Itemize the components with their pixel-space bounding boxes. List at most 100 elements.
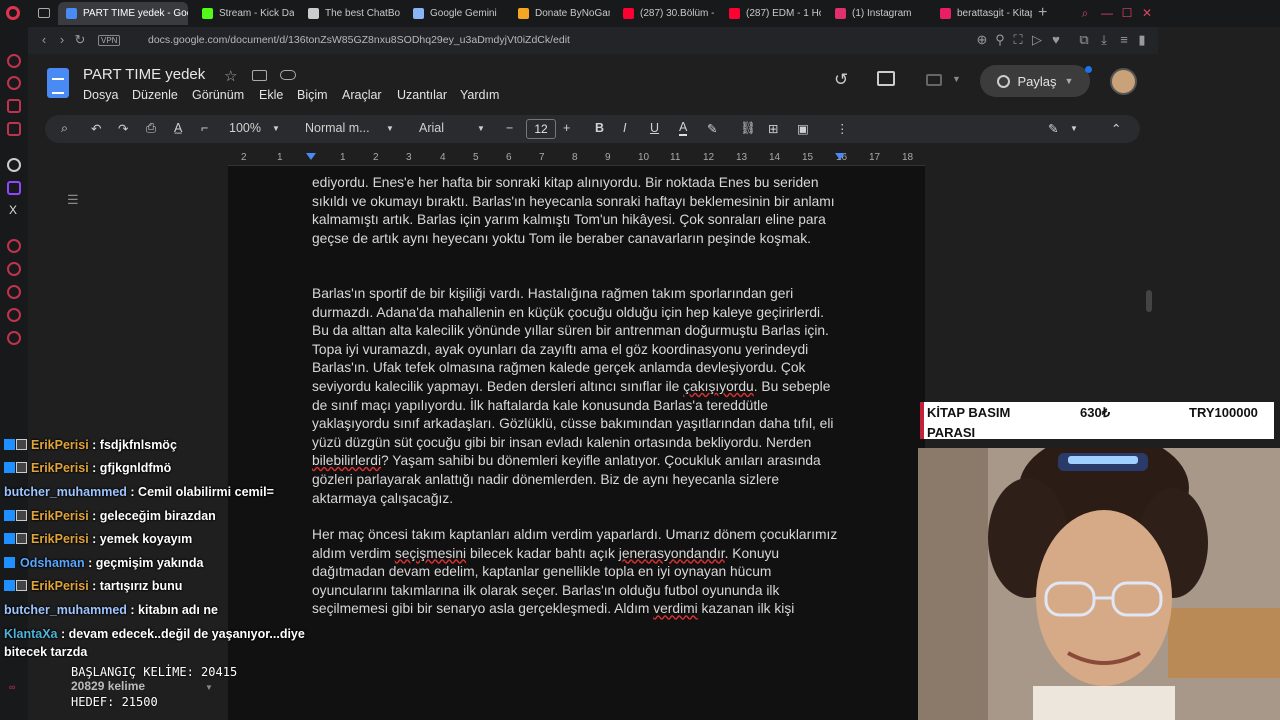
browser-tab[interactable]: (287) EDM - 1 Hou [721,2,821,25]
favorite-icon[interactable]: ♥ [1048,32,1064,48]
font-size-input[interactable]: 12 [526,119,556,139]
spelling-error[interactable]: bilebilirlerdi [312,453,381,468]
easy-setup-icon[interactable]: ≡ [1116,32,1132,48]
document-outline-icon[interactable]: ☰ [67,192,79,208]
zoom-select[interactable]: 100% [229,121,261,135]
snapshot-icon[interactable]: ⛶ [1010,32,1026,48]
twitch-icon[interactable] [7,181,21,195]
browser-tab[interactable]: (1) Instagram [827,2,927,25]
docs-logo-icon[interactable] [47,68,69,98]
messenger-icon[interactable] [7,54,21,68]
left-indent-marker[interactable] [306,153,316,160]
link-icon[interactable]: ⛓ [740,121,756,136]
paragraph-2[interactable]: Barlas'ın sportif de bir kişiliği vardı.… [312,285,842,508]
forward-icon[interactable]: › [54,32,70,48]
underline-icon[interactable]: U [650,121,659,135]
cloud-status-icon[interactable] [280,70,296,80]
increase-font-icon[interactable]: + [563,121,570,135]
insert-image-icon[interactable]: ▣ [797,121,809,136]
editing-mode-icon[interactable]: ✎ [1048,121,1058,136]
url-field[interactable]: docs.google.com/document/d/136tonZsW85GZ… [148,34,570,46]
avatar[interactable] [1110,68,1137,95]
instagram-icon[interactable] [7,99,21,113]
menu-item[interactable]: Yardım [460,88,499,102]
text-color-icon[interactable]: A [679,121,688,136]
chatgpt-icon[interactable] [7,158,21,172]
download-icon[interactable]: ⤓ [1096,32,1112,48]
spelling-error[interactable]: seçişmesini [395,546,466,561]
browser-tab[interactable]: PART TIME yedek - Goog [58,2,188,25]
add-comment-icon[interactable]: ⊞ [768,121,778,136]
share-button[interactable]: Paylaş ▼ [980,65,1090,97]
meet-dropdown-icon[interactable]: ▼ [952,74,961,84]
hide-menus-icon[interactable]: ⌃ [1111,121,1121,136]
search-menus-icon[interactable]: ⌕ [61,121,68,136]
extensions-sidebar-icon[interactable] [7,308,21,322]
font-chevron-icon[interactable]: ▼ [477,124,485,133]
right-indent-marker[interactable] [835,153,845,160]
player-sidebar-icon[interactable] [7,239,21,253]
new-tab-button[interactable]: + [1038,4,1047,22]
browser-tab[interactable]: Stream - Kick Das [194,2,294,25]
spelling-error[interactable]: jenerasyondandır [619,546,725,561]
browser-tab[interactable]: berattasgit - Kitap [932,2,1032,25]
vpn-badge[interactable]: VPN [98,35,121,46]
print-icon[interactable]: ⎙ [146,121,156,136]
style-chevron-icon[interactable]: ▼ [386,124,394,133]
menu-item[interactable]: Dosya [83,88,118,102]
history-icon[interactable] [7,285,21,299]
menu-item[interactable]: Düzenle [132,88,178,102]
minimize-button[interactable]: — [1099,5,1115,21]
browser-tab[interactable]: Donate ByNoGam [510,2,610,25]
pinboard-icon[interactable] [7,262,21,276]
spelling-error[interactable]: verdimi [653,601,697,616]
browser-tab[interactable]: Google Gemini [405,2,505,25]
menu-item[interactable]: Ekle [259,88,283,102]
whatsapp-icon[interactable] [7,76,21,90]
reload-icon[interactable]: ↻ [72,32,88,48]
battery-icon[interactable]: ▮ [1134,32,1150,48]
italic-icon[interactable]: I [623,121,626,135]
paragraph-3[interactable]: Her maç öncesi takım kaptanları aldım ve… [312,526,842,619]
close-window-button[interactable]: ✕ [1139,5,1155,21]
document-scrollbar[interactable] [1146,290,1152,312]
spelling-error[interactable]: çakışıyordu [683,379,754,394]
extensions-icon[interactable]: ⧉ [1076,32,1092,48]
player-icon[interactable]: ▷ [1029,32,1045,48]
document-title[interactable]: PART TIME yedek [83,66,205,83]
spellcheck-icon[interactable]: A̲ [174,121,182,135]
meet-icon[interactable] [926,74,942,86]
bold-icon[interactable]: B [595,121,604,135]
style-select[interactable]: Normal m... [305,121,370,135]
redo-icon[interactable]: ↷ [118,121,128,136]
back-icon[interactable]: ‹ [36,32,52,48]
search-tabs-icon[interactable]: ⌕ [1077,5,1093,21]
mail-icon[interactable] [7,122,21,136]
document-page[interactable]: ediyordu. Enes'e her hafta bir sonraki k… [228,166,925,720]
opera-logo-icon[interactable] [6,6,20,20]
zoom-icon[interactable]: ⊕ [974,32,990,48]
pin-icon[interactable]: ⚲ [992,32,1008,48]
menu-item[interactable]: Biçim [297,88,328,102]
browser-tab[interactable]: The best ChatBot [300,2,400,25]
star-icon[interactable]: ☆ [224,67,237,85]
zoom-chevron-icon[interactable]: ▼ [272,124,280,133]
font-select[interactable]: Arial [419,121,444,135]
highlight-icon[interactable]: ✎ [707,121,717,136]
settings-icon[interactable] [7,331,21,345]
x-icon[interactable]: X [9,203,17,217]
word-count-dropdown-icon[interactable]: ▼ [205,683,213,692]
paragraph-1[interactable]: ediyordu. Enes'e her hafta bir sonraki k… [312,174,842,248]
menu-item[interactable]: Araçlar [342,88,382,102]
menu-item[interactable]: Uzantılar [397,88,447,102]
tab-menu-icon[interactable] [38,8,50,18]
decrease-font-icon[interactable]: − [506,121,513,135]
paint-format-icon[interactable]: ⌐ [201,121,208,135]
browser-tab[interactable]: (287) 30.Bölüm - [615,2,715,25]
move-folder-icon[interactable] [252,70,267,81]
maximize-button[interactable]: ☐ [1119,5,1135,21]
comments-icon[interactable] [877,71,895,86]
more-options-icon[interactable]: ⋮ [836,121,849,136]
editing-mode-chevron-icon[interactable]: ▼ [1070,124,1078,133]
version-history-icon[interactable]: ↺ [834,70,848,90]
